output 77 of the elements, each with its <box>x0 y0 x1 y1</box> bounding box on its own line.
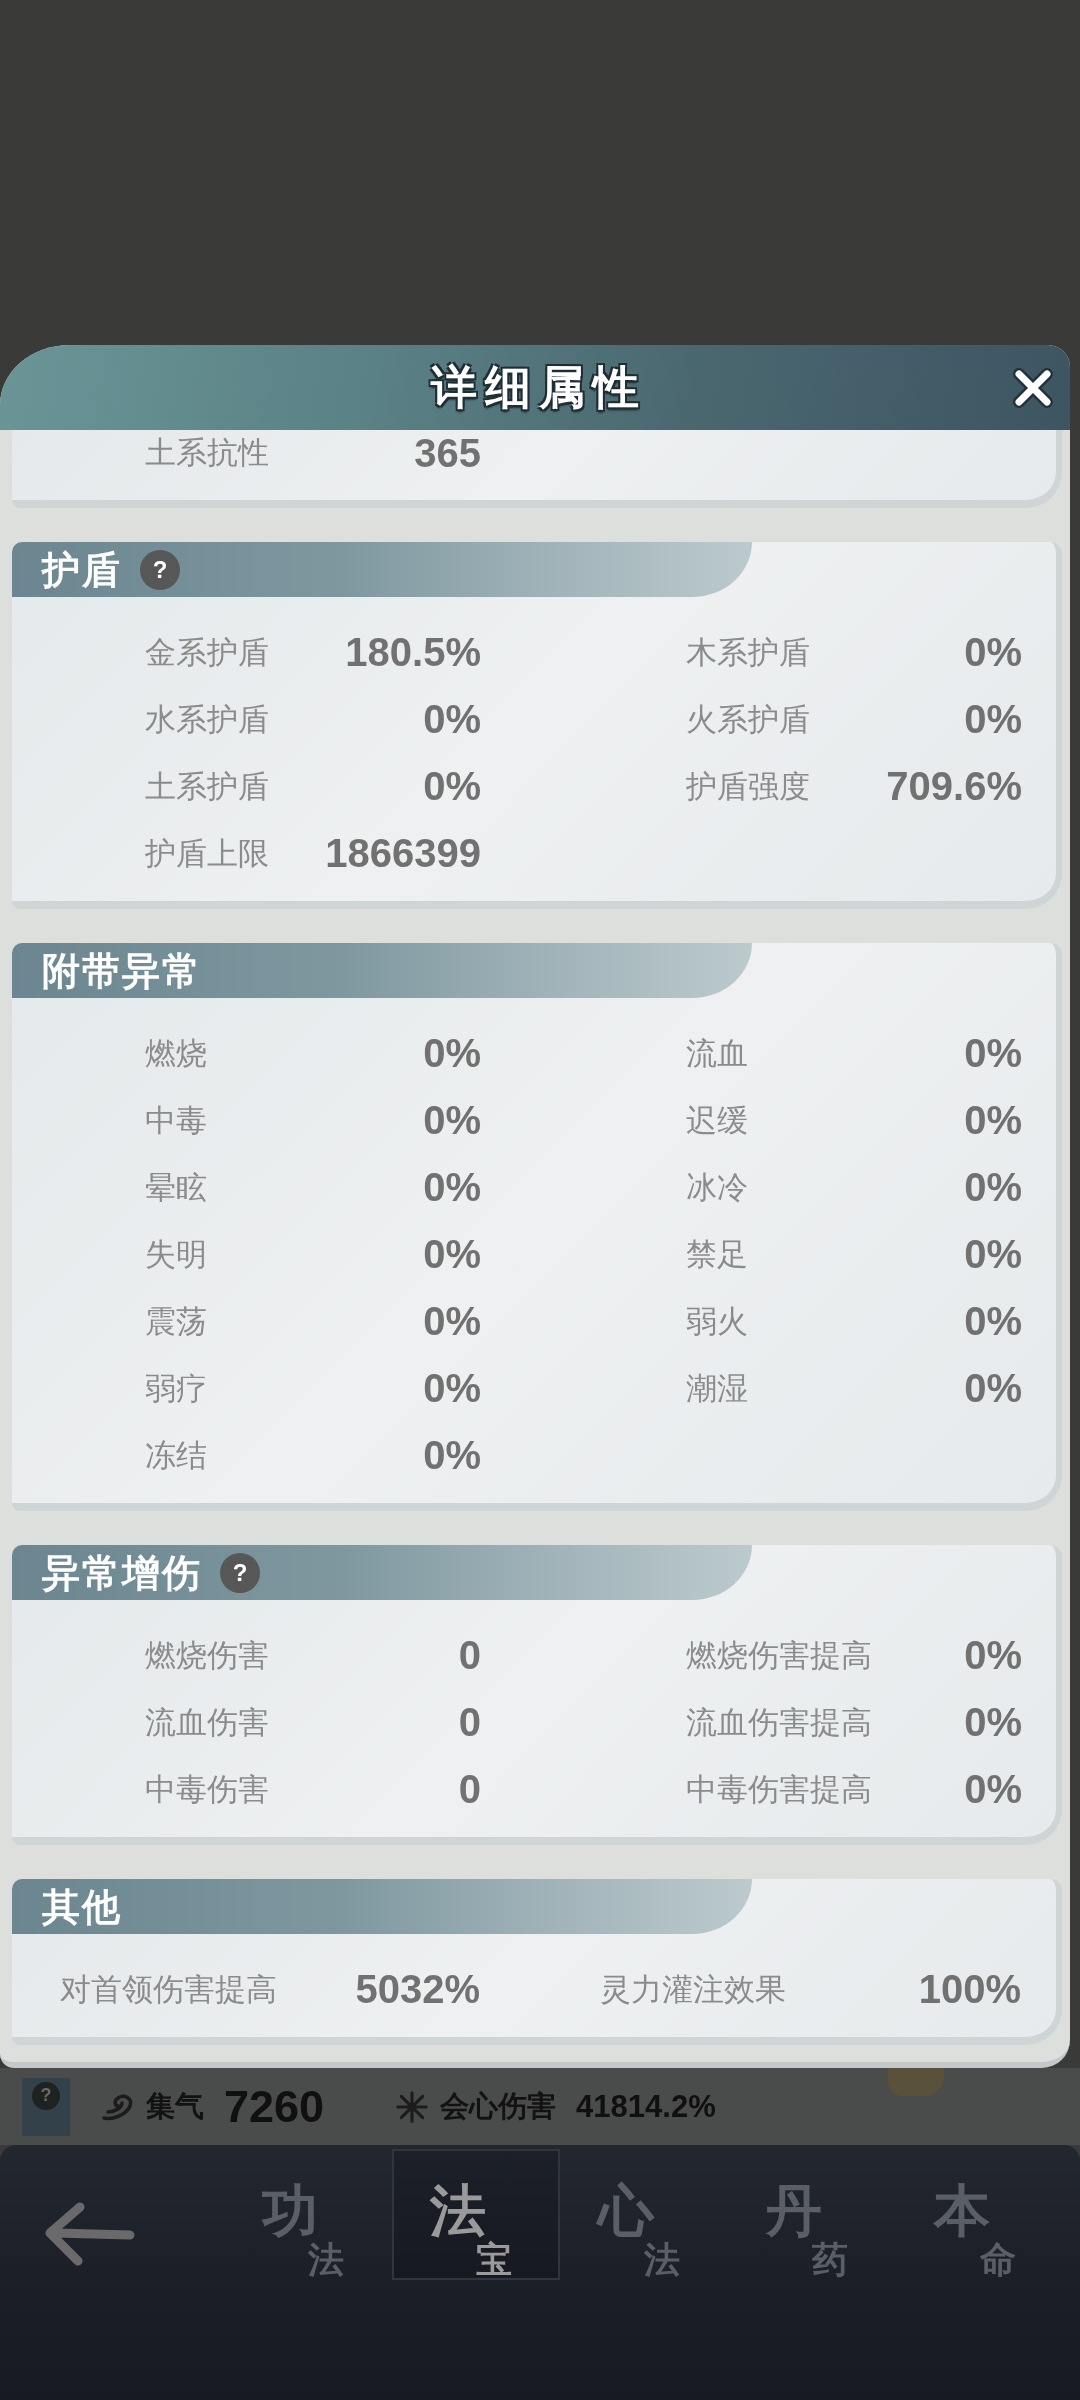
stat-label: 水系护盾 <box>145 699 269 739</box>
section-title: 护盾 <box>42 547 122 592</box>
stat-label: 晕眩 <box>145 1167 207 1207</box>
nav-tab[interactable]: 功 法 <box>224 2149 392 2280</box>
stat-value: 0% <box>423 1098 481 1143</box>
nav-tab[interactable]: 心 法 <box>560 2149 728 2280</box>
stat-label: 护盾强度 <box>686 766 810 806</box>
stat-value: 0% <box>964 1700 1022 1745</box>
stat-value: 0% <box>423 697 481 742</box>
section-title: 附带异常 <box>42 948 202 993</box>
nav-tab[interactable]: 丹 药 <box>728 2149 896 2280</box>
stat-value: 0% <box>964 1031 1022 1076</box>
stat-label: 燃烧 <box>145 1033 207 1073</box>
stat-value: 0% <box>423 1433 481 1478</box>
stat-value: 0% <box>964 1098 1022 1143</box>
help-button[interactable]: ? <box>220 1552 260 1593</box>
stat-value: 1866399 <box>325 831 481 876</box>
stat-label: 燃烧伤害 <box>145 1635 269 1675</box>
stat-label: 迟缓 <box>686 1100 748 1140</box>
stat-label: 中毒伤害提高 <box>686 1769 872 1809</box>
stat-value: 709.6% <box>886 764 1022 809</box>
stat-value: 0% <box>964 630 1022 675</box>
section-title: 其他 <box>42 1884 122 1929</box>
stat-label: 震荡 <box>145 1301 207 1341</box>
picture-placeholder <box>888 2068 944 2096</box>
stat-label: 潮湿 <box>686 1368 748 1408</box>
stat-value: 0% <box>423 1165 481 1210</box>
stat-label: 禁足 <box>686 1234 748 1274</box>
stat-value: 0% <box>423 1031 481 1076</box>
stat-label: 中毒伤害 <box>145 1769 269 1809</box>
stat-label: 金系护盾 <box>145 632 269 672</box>
stat-label: 冻结 <box>145 1435 207 1475</box>
stat-label: 弱火 <box>686 1301 748 1341</box>
stat-value: 0% <box>964 1299 1022 1344</box>
stat-value: 0% <box>423 1299 481 1344</box>
help-button[interactable]: ? <box>140 549 180 590</box>
section-title: 异常增伤 <box>42 1550 202 1595</box>
dialog-title: 详细属性 <box>429 358 647 416</box>
stat-value: 100% <box>918 1967 1021 2012</box>
stat-label: 集气 <box>146 2087 204 2125</box>
stat-value: 0% <box>423 1232 481 1277</box>
burst-icon <box>394 2090 431 2123</box>
stat-value: 0 <box>458 1700 481 1745</box>
stat-label: 灵力灌注效果 <box>600 1969 786 2009</box>
stat-label: 冰冷 <box>686 1167 748 1207</box>
stat-value: 41814.2% <box>576 2088 716 2125</box>
nav-tab[interactable]: 本 命 <box>896 2149 1064 2280</box>
stat-label: 木系护盾 <box>686 632 810 672</box>
stat-value: 0% <box>964 1633 1022 1678</box>
stat-label: 流血伤害 <box>145 1702 269 1742</box>
stat-value: 0% <box>964 1232 1022 1277</box>
stat-label: 土系护盾 <box>145 766 269 806</box>
help-button[interactable]: ? <box>32 2081 60 2110</box>
stat-value: 0% <box>964 697 1022 742</box>
stat-value: 365 <box>414 430 481 476</box>
stat-value: 180.5% <box>345 630 481 675</box>
stat-label: 流血伤害提高 <box>686 1702 872 1742</box>
stat-label: 流血 <box>686 1033 748 1073</box>
nav-tab[interactable]: 法 宝 <box>392 2149 560 2280</box>
stat-label: 燃烧伤害提高 <box>686 1635 872 1675</box>
stat-label: 对首领伤害提高 <box>60 1969 277 2009</box>
stat-label: 火系护盾 <box>686 699 810 739</box>
stat-value: 0% <box>964 1366 1022 1411</box>
stat-label: 土系抗性 <box>145 433 269 472</box>
stat-label: 会心伤害 <box>440 2087 557 2125</box>
stat-value: 0% <box>964 1165 1022 1210</box>
stat-value: 0% <box>964 1767 1022 1812</box>
stat-label: 中毒 <box>145 1100 207 1140</box>
stat-label: 弱疗 <box>145 1368 207 1408</box>
stat-label: 护盾上限 <box>145 833 269 873</box>
stat-value: 0 <box>458 1767 481 1812</box>
stat-value: 0% <box>423 1366 481 1411</box>
stat-value: 7260 <box>224 2080 325 2133</box>
stat-value: 0% <box>423 764 481 809</box>
stat-value: 0 <box>458 1633 481 1678</box>
stat-label: 失明 <box>145 1234 207 1274</box>
stat-value: 5032% <box>355 1967 480 2012</box>
